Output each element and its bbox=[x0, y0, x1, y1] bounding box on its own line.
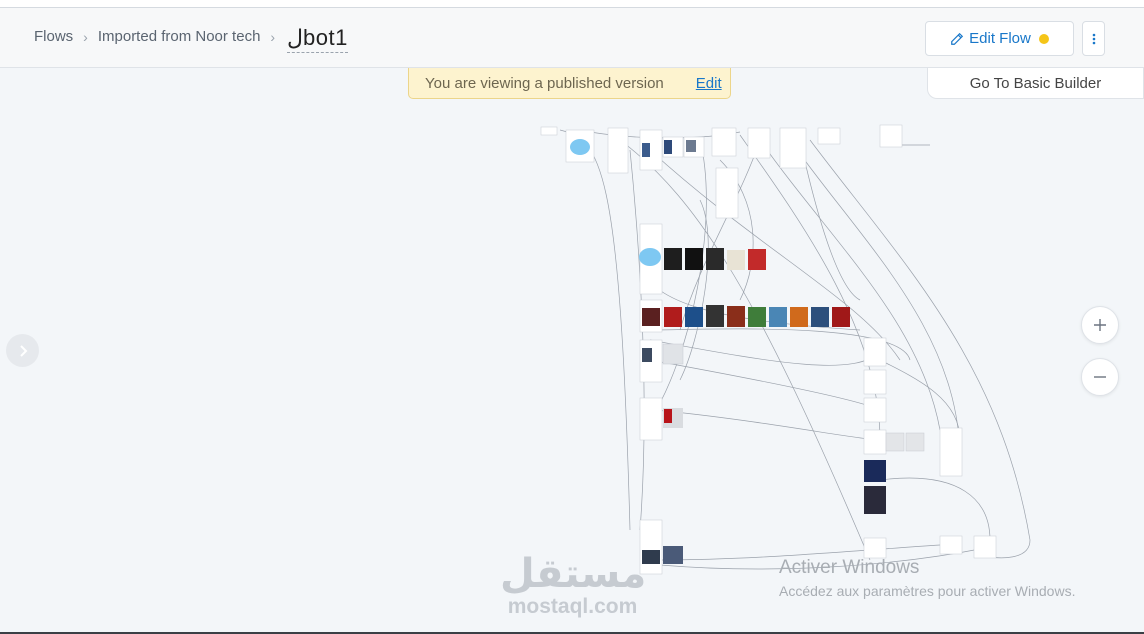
top-header: Flows › Imported from Noor tech › لbot1 … bbox=[0, 8, 1144, 68]
edit-flow-button[interactable]: Edit Flow bbox=[925, 21, 1074, 56]
window-top-strip bbox=[0, 0, 1144, 8]
flow-node-image bbox=[642, 308, 660, 326]
watermark-subtitle: Accédez aux paramètres pour activer Wind… bbox=[779, 583, 1076, 599]
flow-node-image bbox=[748, 307, 766, 327]
flow-node-image bbox=[686, 140, 696, 152]
flow-node bbox=[711, 127, 737, 157]
flow-node bbox=[905, 432, 925, 452]
flow-node-image bbox=[727, 250, 745, 270]
flow-nodes bbox=[540, 124, 997, 575]
flow-canvas[interactable] bbox=[0, 99, 1144, 629]
flow-node bbox=[863, 397, 887, 423]
flow-node-image bbox=[864, 486, 886, 514]
watermark-logo-latin: mostaql.com bbox=[507, 595, 638, 618]
flow-node-image bbox=[832, 307, 850, 327]
flow-node-image bbox=[748, 249, 766, 270]
flow-name-title[interactable]: لbot1 bbox=[287, 25, 348, 53]
windows-activation-watermark: Activer Windows Accédez aux paramètres p… bbox=[779, 557, 1075, 599]
flow-node bbox=[863, 429, 887, 455]
flow-node-image bbox=[769, 307, 787, 327]
breadcrumb: Flows › Imported from Noor tech › bbox=[34, 28, 285, 45]
flow-node bbox=[863, 537, 887, 559]
flow-node bbox=[817, 127, 841, 145]
flow-node bbox=[747, 127, 771, 159]
flow-node-image bbox=[706, 248, 724, 270]
flow-node bbox=[863, 337, 887, 367]
kebab-vertical-icon bbox=[1092, 33, 1095, 44]
flow-node-image bbox=[664, 140, 672, 154]
flow-node bbox=[715, 167, 739, 219]
flow-node-image bbox=[642, 143, 650, 157]
breadcrumb-flows[interactable]: Flows bbox=[34, 28, 73, 45]
flow-node-image bbox=[706, 305, 724, 327]
flow-node-image bbox=[570, 139, 590, 155]
flow-node bbox=[639, 397, 663, 441]
flow-node-image bbox=[664, 248, 682, 270]
mostaql-watermark-logo: مستقل mostaql.com bbox=[500, 551, 647, 622]
flow-node bbox=[973, 535, 997, 559]
breadcrumb-folder[interactable]: Imported from Noor tech bbox=[98, 28, 261, 45]
flow-node bbox=[885, 432, 905, 452]
flow-node-image bbox=[685, 307, 703, 327]
flow-node bbox=[540, 126, 558, 136]
zoom-in-button[interactable] bbox=[1081, 306, 1119, 344]
chevron-right-icon: › bbox=[83, 28, 88, 45]
chevron-right-icon bbox=[19, 344, 27, 357]
flow-node bbox=[879, 124, 903, 148]
connection-lines bbox=[559, 129, 1031, 570]
published-version-banner: You are viewing a published version Edit bbox=[408, 68, 731, 99]
flow-node-image bbox=[663, 546, 683, 564]
flow-node bbox=[607, 127, 629, 174]
flow-node-image bbox=[664, 307, 682, 327]
flow-node-image bbox=[664, 409, 672, 423]
flow-node-image bbox=[685, 248, 703, 270]
pencil-icon bbox=[951, 32, 964, 45]
plus-icon bbox=[1094, 319, 1106, 331]
watermark-logo-arabic: مستقل bbox=[500, 551, 647, 597]
flow-node-image bbox=[811, 307, 829, 327]
flow-node-image bbox=[642, 348, 652, 362]
go-to-basic-builder-button[interactable]: Go To Basic Builder bbox=[927, 68, 1144, 99]
flow-node bbox=[939, 427, 963, 477]
zoom-out-button[interactable] bbox=[1081, 358, 1119, 396]
flow-node bbox=[779, 127, 807, 169]
banner-edit-link[interactable]: Edit bbox=[696, 75, 722, 92]
unpublished-status-dot bbox=[1038, 33, 1049, 44]
flow-node bbox=[939, 535, 963, 555]
chevron-right-icon: › bbox=[270, 28, 276, 45]
flow-node-image bbox=[639, 248, 661, 266]
side-panel-toggle[interactable] bbox=[6, 334, 39, 367]
minus-icon bbox=[1094, 376, 1106, 378]
banner-message: You are viewing a published version bbox=[425, 74, 664, 92]
flow-node bbox=[662, 343, 684, 365]
flow-node bbox=[863, 369, 887, 395]
edit-flow-label: Edit Flow bbox=[969, 30, 1031, 47]
flow-node-image bbox=[864, 460, 886, 482]
flow-node-image bbox=[790, 307, 808, 327]
more-options-button[interactable] bbox=[1082, 21, 1105, 56]
flow-node-image bbox=[727, 306, 745, 327]
watermark-title: Activer Windows bbox=[779, 557, 920, 578]
